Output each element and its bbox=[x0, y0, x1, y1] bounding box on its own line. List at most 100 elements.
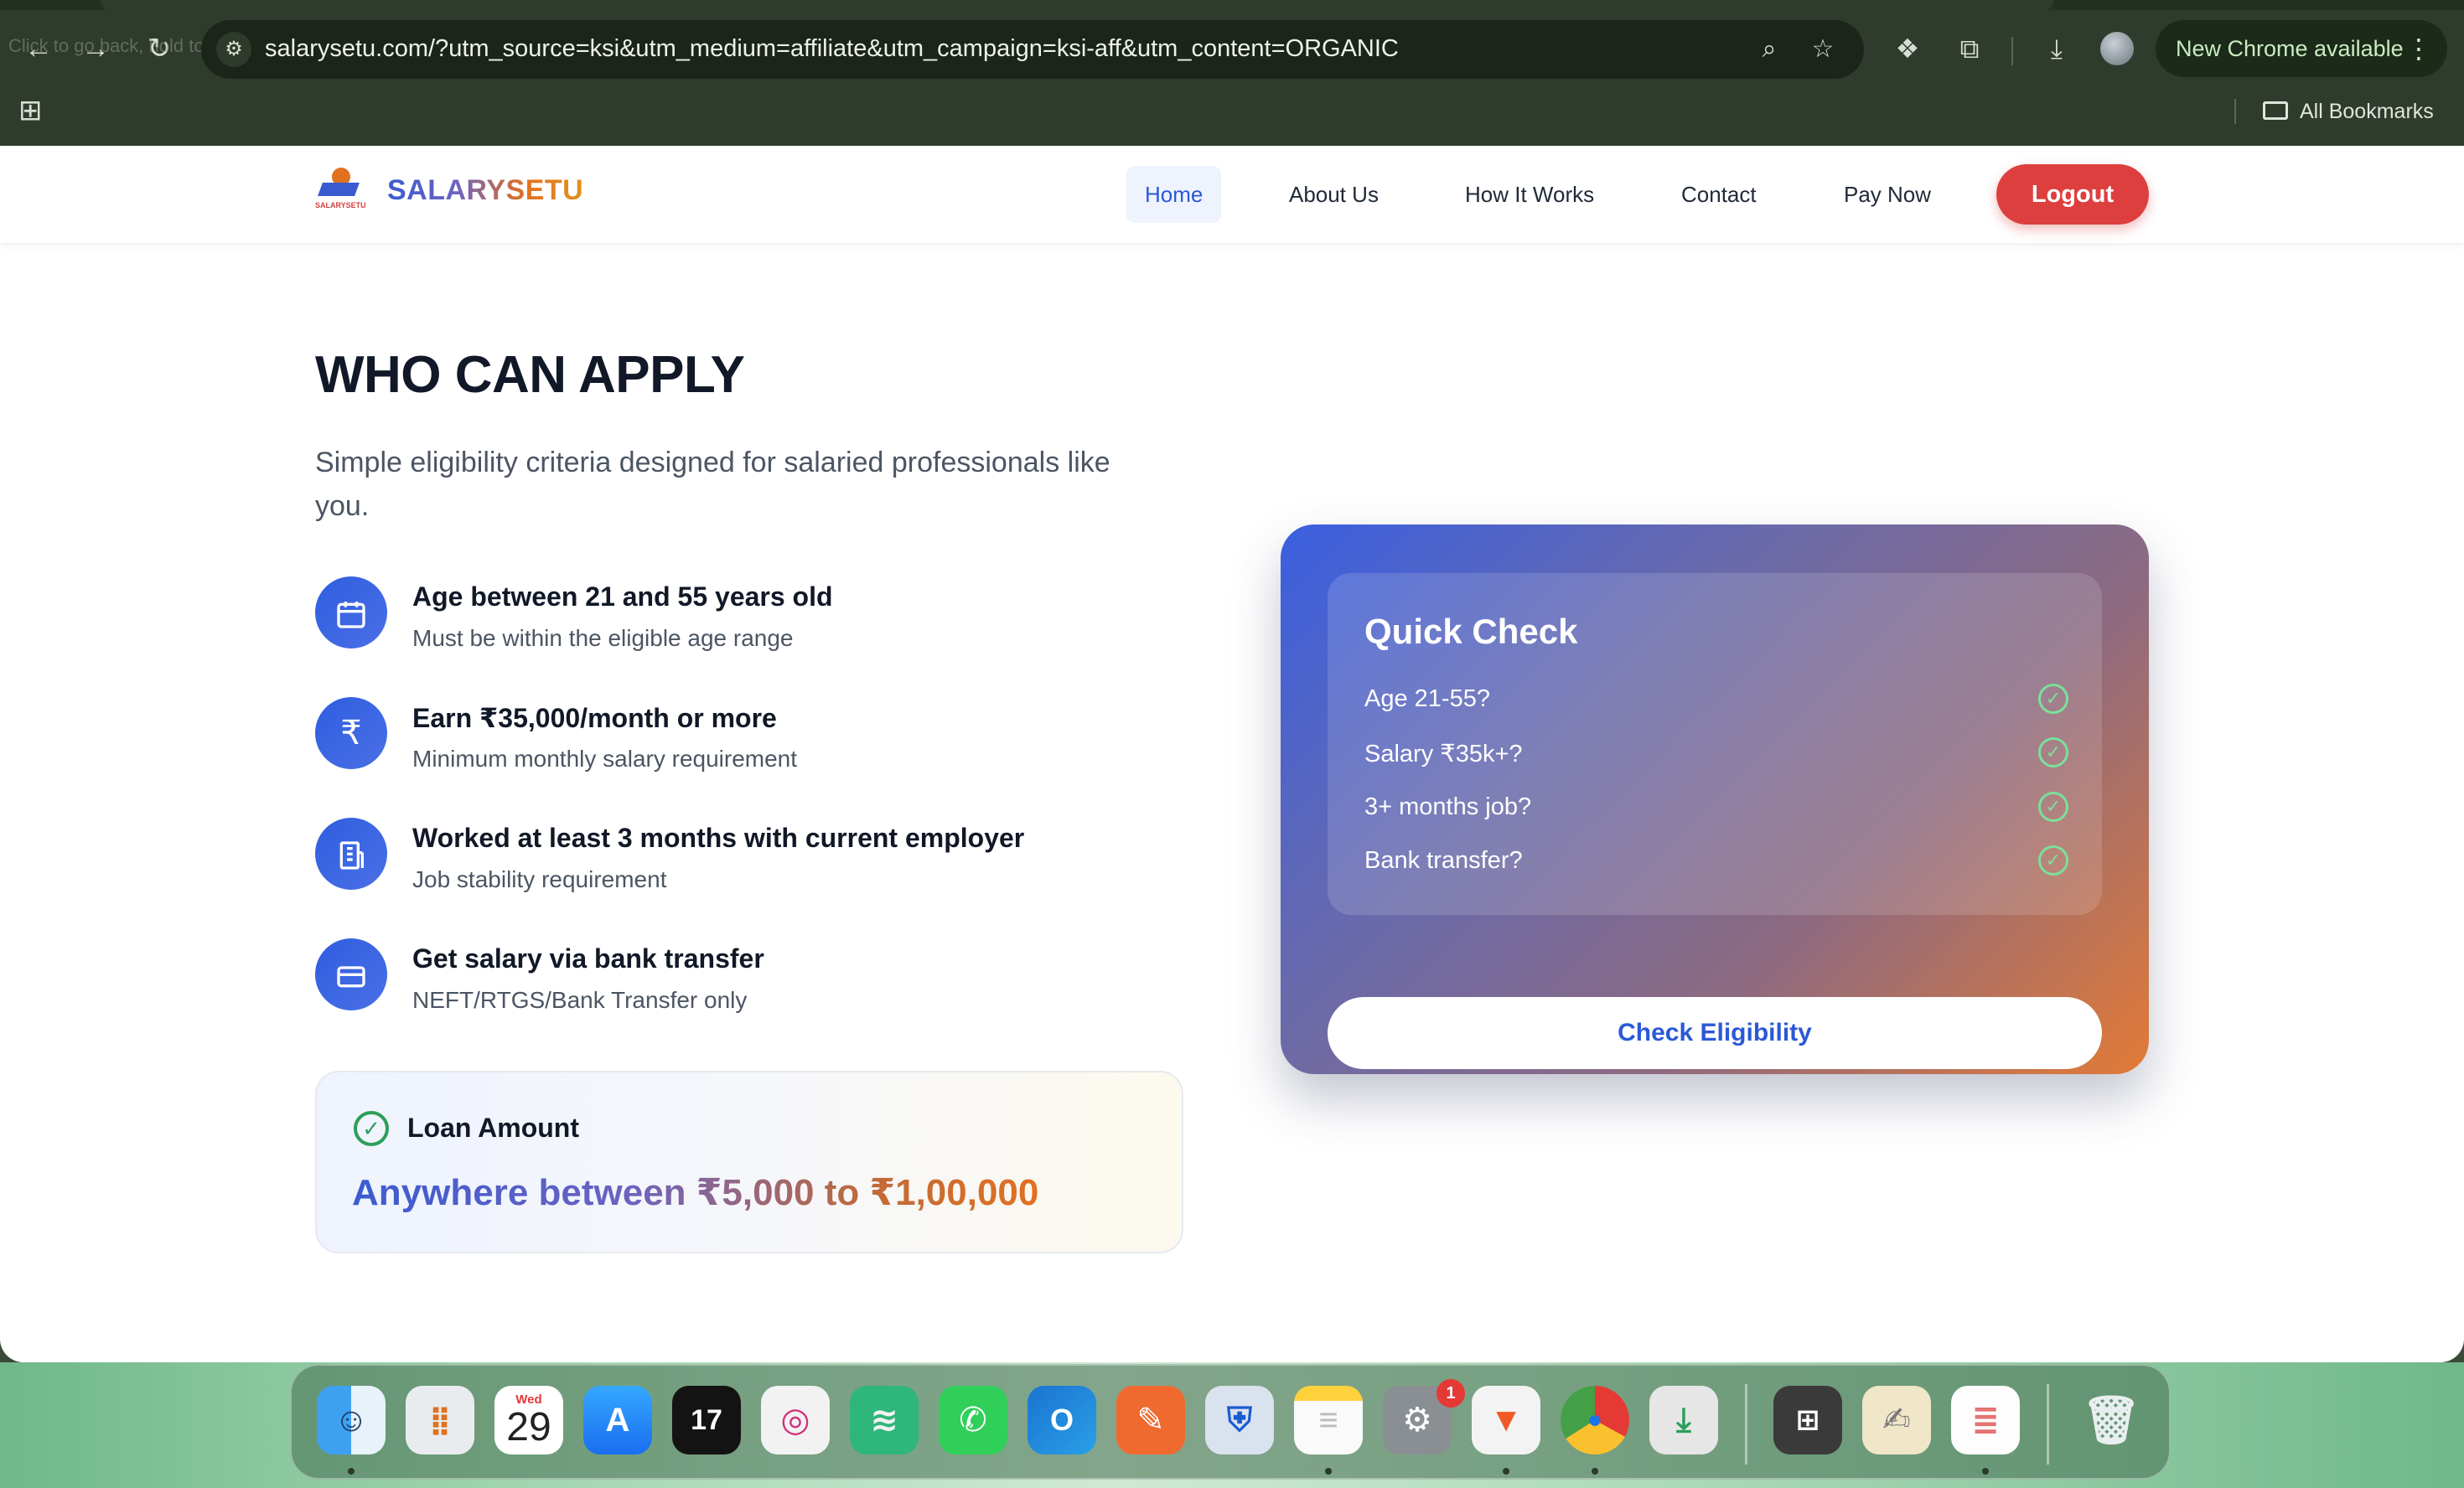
trash-icon[interactable]: 🗑 bbox=[2077, 1386, 2146, 1454]
rupee-icon: ₹ bbox=[315, 697, 387, 769]
textedit-icon[interactable]: ✍ bbox=[1862, 1386, 1931, 1454]
criterion-sub: Minimum monthly salary requirement bbox=[412, 746, 798, 772]
site-settings-icon[interactable]: ⚙ bbox=[216, 32, 251, 67]
tab-strip bbox=[0, 0, 2464, 10]
criterion-bank-transfer: Get salary via bank transfer NEFT/RTGS/B… bbox=[315, 938, 1204, 1022]
postman-icon[interactable]: ✎ bbox=[1116, 1386, 1185, 1454]
quick-check-item: Bank transfer? ✓ bbox=[1364, 842, 2068, 882]
quick-check-card: Quick Check Age 21-55? ✓ Salary ₹35k+? ✓… bbox=[1281, 524, 2149, 1074]
logo-mark-text: SALARYSETU bbox=[315, 201, 366, 209]
star-icon[interactable]: ☆ bbox=[1805, 32, 1840, 67]
quick-check-panel: Quick Check Age 21-55? ✓ Salary ₹35k+? ✓… bbox=[1328, 573, 2102, 915]
web-page: SALARYSETU SALARYSETU Home About Us How … bbox=[0, 146, 2464, 1362]
running-indicator bbox=[1503, 1468, 1509, 1475]
new-chrome-button[interactable]: New Chrome available ⋮ bbox=[2156, 20, 2447, 77]
nav-about-us[interactable]: About Us bbox=[1271, 166, 1397, 223]
all-bookmarks-label: All Bookmarks bbox=[2300, 100, 2434, 123]
logout-button[interactable]: Logout bbox=[1996, 164, 2149, 225]
spotify-icon[interactable]: ≋ bbox=[850, 1386, 919, 1454]
chrome-icon[interactable]: ● bbox=[1561, 1386, 1629, 1454]
criterion-sub: Job stability requirement bbox=[412, 866, 667, 892]
notes-icon[interactable]: ≡ bbox=[1294, 1386, 1363, 1454]
dock-divider bbox=[2047, 1384, 2049, 1465]
calendar-date: 29 bbox=[506, 1405, 551, 1449]
running-indicator bbox=[1982, 1468, 1989, 1475]
launchpad-icon[interactable]: ⣿ bbox=[406, 1386, 474, 1454]
check-eligibility-button[interactable]: Check Eligibility bbox=[1328, 997, 2102, 1069]
browser-toolbar: ← → ↻ Click to go back, hold to see hist… bbox=[0, 18, 2464, 79]
nav-pay-now[interactable]: Pay Now bbox=[1825, 166, 1949, 223]
zoom-icon[interactable]: ⌕ bbox=[1752, 32, 1787, 67]
page-title: WHO CAN APPLY bbox=[315, 346, 745, 404]
notepad-icon[interactable]: ≣ bbox=[1951, 1386, 2020, 1454]
bookmarks-bar: ⊞ All Bookmarks bbox=[0, 87, 2464, 136]
check-circle-icon: ✓ bbox=[2038, 845, 2068, 876]
criterion-salary: ₹ Earn ₹35,000/month or more Minimum mon… bbox=[315, 697, 1204, 781]
criterion-employment: Worked at least 3 months with current em… bbox=[315, 818, 1204, 902]
check-circle-icon: ✓ bbox=[354, 1111, 389, 1146]
all-bookmarks-button[interactable]: All Bookmarks bbox=[2263, 96, 2434, 127]
finder-icon[interactable]: ☺ bbox=[317, 1386, 386, 1454]
whatsapp-icon[interactable]: ✆ bbox=[939, 1386, 1007, 1454]
running-indicator bbox=[1325, 1468, 1332, 1475]
bookmarks-divider bbox=[2234, 99, 2236, 124]
puzzle-icon[interactable]: ⧉ bbox=[1951, 30, 1988, 67]
criterion-title: Worked at least 3 months with current em… bbox=[412, 823, 1025, 853]
loan-amount-card: ✓ Loan Amount Anywhere between ₹5,000 to… bbox=[315, 1071, 1183, 1253]
loan-amount-label: Loan Amount bbox=[407, 1113, 579, 1143]
bitwarden-icon[interactable]: ⛨ bbox=[1205, 1386, 1274, 1454]
installer-icon[interactable]: ⤓ bbox=[1649, 1386, 1718, 1454]
check-circle-icon: ✓ bbox=[2038, 792, 2068, 822]
logo-icon[interactable]: SALARYSETU bbox=[315, 168, 370, 216]
criterion-title: Get salary via bank transfer bbox=[412, 943, 764, 974]
menu-dots-icon[interactable]: ⋮ bbox=[2405, 20, 2432, 77]
criterion-sub: Must be within the eligible age range bbox=[412, 625, 794, 651]
app-store-icon[interactable]: A bbox=[583, 1386, 652, 1454]
profile-icon[interactable] bbox=[2100, 32, 2134, 65]
quick-check-question: Salary ₹35k+? bbox=[1364, 741, 1523, 767]
instagram-icon[interactable]: ◎ bbox=[761, 1386, 830, 1454]
active-tab[interactable] bbox=[101, 0, 2053, 10]
notification-badge: 1 bbox=[1436, 1379, 1465, 1408]
calculator-icon[interactable]: ⊞ bbox=[1773, 1386, 1842, 1454]
download-icon[interactable]: ⤓ bbox=[2038, 30, 2075, 67]
quick-check-item: Age 21-55? ✓ bbox=[1364, 680, 2068, 721]
tradingview-icon[interactable]: 17 bbox=[672, 1386, 741, 1454]
calendar-icon bbox=[315, 576, 387, 648]
nav-contact[interactable]: Contact bbox=[1663, 166, 1775, 223]
outlook-icon[interactable]: O bbox=[1028, 1386, 1096, 1454]
brave-icon[interactable]: ▼ bbox=[1472, 1386, 1540, 1454]
quick-check-question: 3+ months job? bbox=[1364, 793, 1532, 820]
check-circle-icon: ✓ bbox=[2038, 737, 2068, 767]
address-bar[interactable]: ⚙ salarysetu.com/?utm_source=ksi&utm_med… bbox=[201, 20, 1864, 79]
quick-check-question: Bank transfer? bbox=[1364, 847, 1523, 874]
criterion-title: Earn ₹35,000/month or more bbox=[412, 703, 777, 733]
criterion-age: Age between 21 and 55 years old Must be … bbox=[315, 576, 1204, 660]
dock: ☺ ⣿ Wed 29 A 17 ◎ ≋ ✆ O ✎ ⛨ ≡ ⚙ 1 ▼ ● ⤓ … bbox=[290, 1364, 2171, 1480]
update-label: New Chrome available bbox=[2176, 36, 2404, 61]
criterion-title: Age between 21 and 55 years old bbox=[412, 581, 833, 612]
site-header: SALARYSETU SALARYSETU Home About Us How … bbox=[0, 146, 2464, 243]
quick-check-item: Salary ₹35k+? ✓ bbox=[1364, 734, 2068, 774]
quick-check-title: Quick Check bbox=[1364, 612, 1578, 651]
loan-amount-range: Anywhere between ₹5,000 to ₹1,00,000 bbox=[352, 1172, 1039, 1213]
toolbar-divider bbox=[2011, 37, 2013, 65]
page-lead: Simple eligibility criteria designed for… bbox=[315, 447, 1110, 522]
logo-text[interactable]: SALARYSETU bbox=[387, 174, 583, 207]
running-indicator bbox=[348, 1468, 355, 1475]
logo-body bbox=[318, 183, 360, 196]
quick-check-question: Age 21-55? bbox=[1364, 685, 1490, 712]
nav-home[interactable]: Home bbox=[1126, 166, 1222, 223]
calendar-icon[interactable]: Wed 29 bbox=[494, 1386, 563, 1454]
extension-icon[interactable]: ❖ bbox=[1889, 30, 1926, 67]
credit-card-icon bbox=[315, 938, 387, 1010]
url-text[interactable]: salarysetu.com/?utm_source=ksi&utm_mediu… bbox=[265, 35, 1399, 63]
criterion-sub: NEFT/RTGS/Bank Transfer only bbox=[412, 987, 748, 1013]
quick-check-item: 3+ months job? ✓ bbox=[1364, 788, 2068, 829]
check-circle-icon: ✓ bbox=[2038, 684, 2068, 714]
nav-how-it-works[interactable]: How It Works bbox=[1447, 166, 1612, 223]
folder-icon bbox=[2263, 101, 2288, 121]
apps-grid-icon[interactable]: ⊞ bbox=[18, 96, 49, 126]
running-indicator bbox=[1592, 1468, 1598, 1475]
dock-divider bbox=[1745, 1384, 1747, 1465]
